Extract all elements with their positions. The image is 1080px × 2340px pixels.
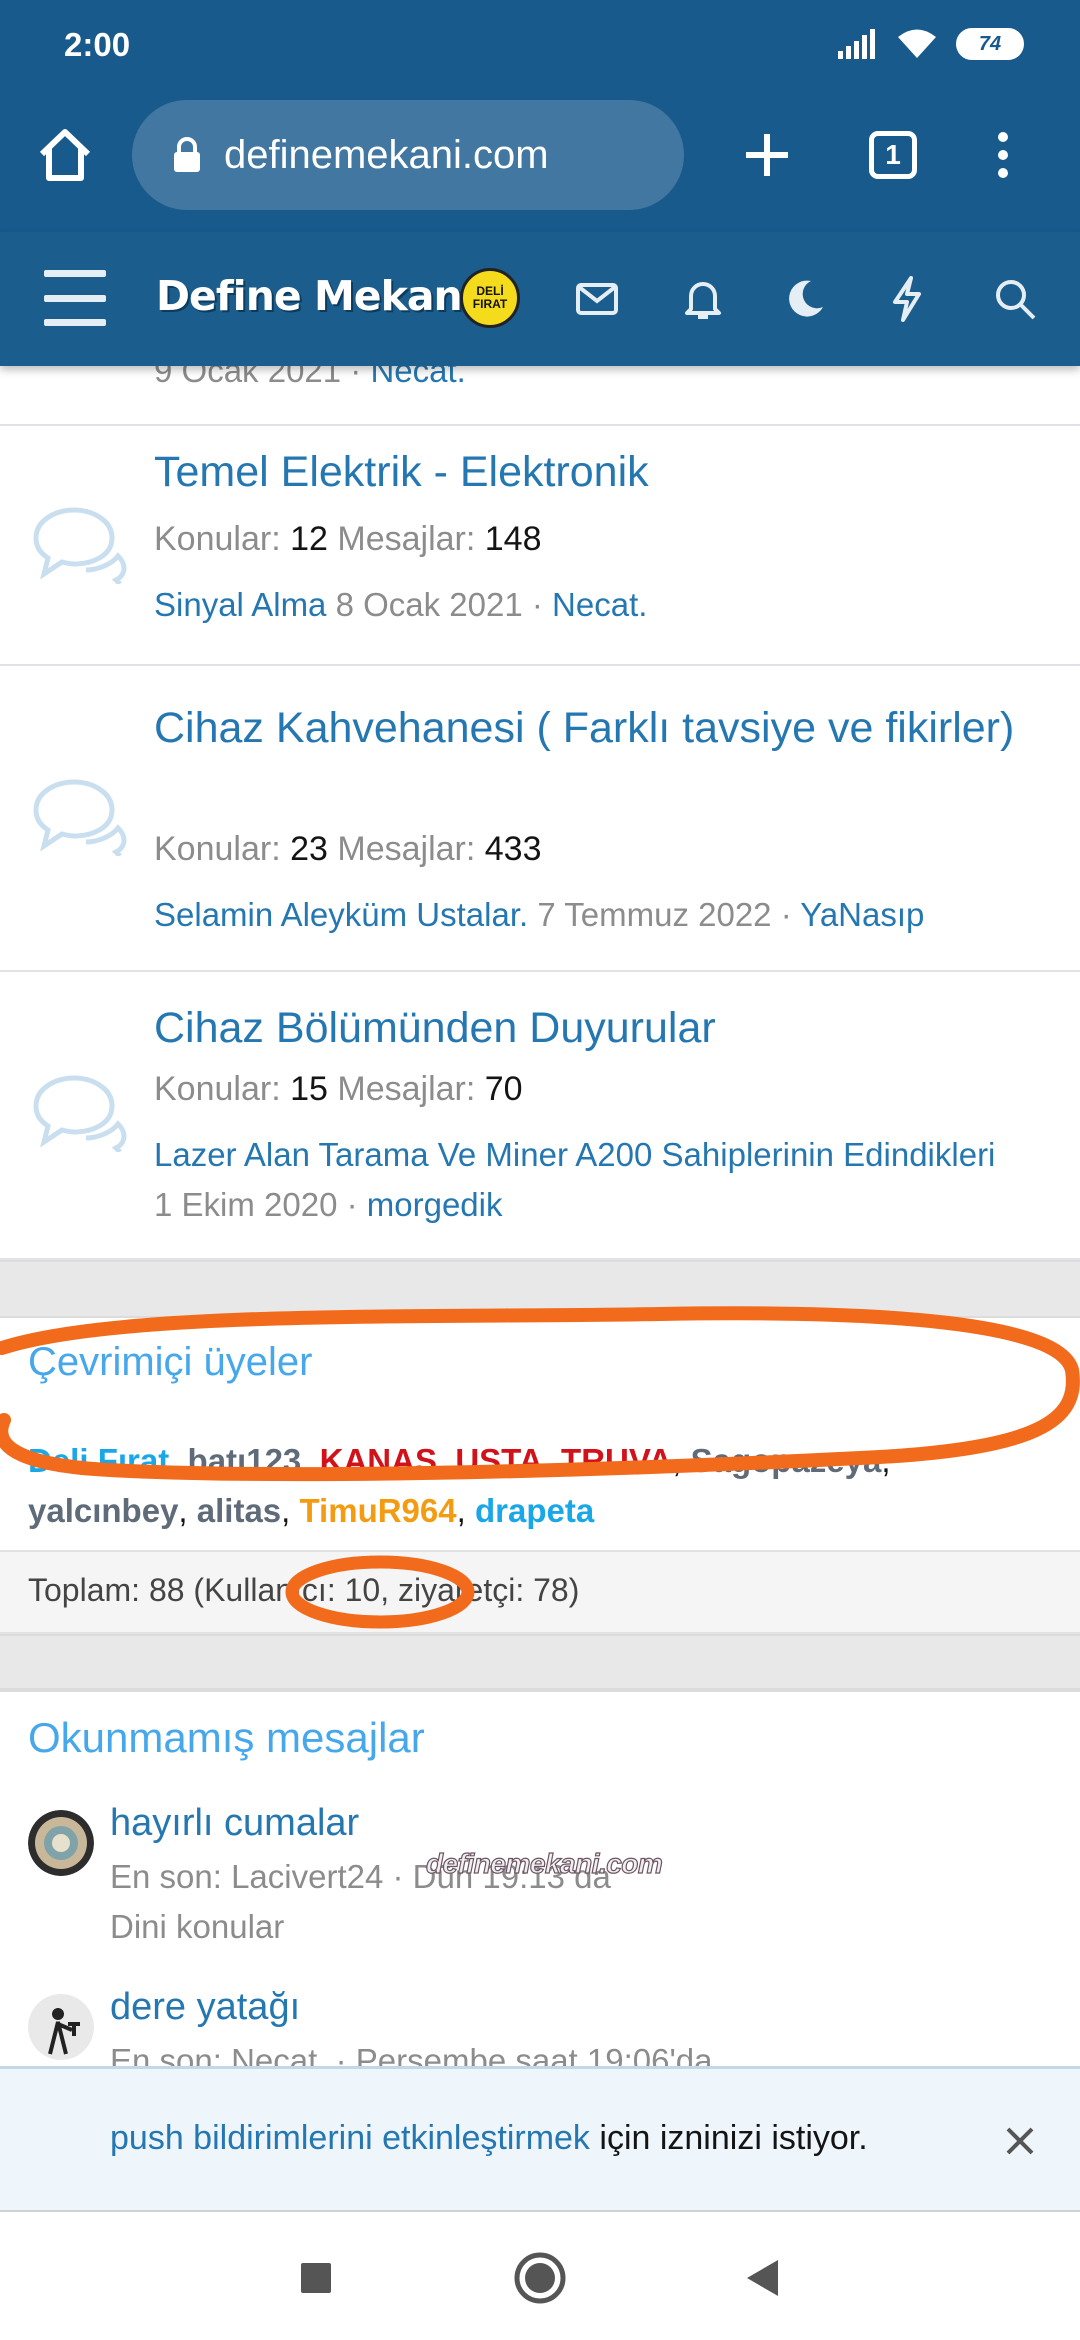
- battery-level: 74: [978, 32, 1002, 55]
- online-member-link[interactable]: Deli Fırat: [28, 1442, 169, 1479]
- address-bar[interactable]: definemekani.com: [132, 100, 684, 210]
- thread-title[interactable]: hayırlı cumalar: [110, 1802, 359, 1845]
- online-member-link[interactable]: batı123: [188, 1442, 302, 1479]
- url-text: definemekani.com: [224, 132, 549, 177]
- status-time: 2:00: [64, 26, 131, 63]
- forum-last-post-meta: 1 Ekim 2020 · morgedik: [154, 1186, 503, 1223]
- forum-chat-icon: [33, 1075, 127, 1152]
- unread-messages-block: Okunmamış mesajlar hayırlı cumalar En so…: [0, 1690, 1080, 2090]
- bell-icon[interactable]: [672, 268, 734, 330]
- last-thread-link[interactable]: Sinyal Alma: [154, 586, 326, 623]
- online-member-link[interactable]: TimuR964: [300, 1492, 457, 1529]
- search-icon[interactable]: [984, 268, 1046, 330]
- signal-icon: [838, 29, 875, 59]
- thread-forum[interactable]: Dini konular: [110, 1908, 284, 1946]
- forum-title[interactable]: Cihaz Kahvehanesi ( Farklı tavsiye ve fi…: [154, 696, 1034, 760]
- home-button[interactable]: [502, 2240, 578, 2316]
- member-separator: ,: [301, 1442, 320, 1479]
- avatar[interactable]: [28, 1810, 94, 1876]
- status-icons: 74: [838, 28, 1024, 60]
- online-member-link[interactable]: alitas: [197, 1492, 281, 1529]
- moon-icon[interactable]: [774, 268, 836, 330]
- watermark: definemekani.com: [425, 1847, 663, 1879]
- home-icon[interactable]: [22, 112, 108, 198]
- last-thread-link[interactable]: Lazer Alan Tarama Ve Miner A200 Sahipler…: [154, 1136, 995, 1173]
- member-separator: ,: [672, 1442, 691, 1479]
- member-separator: ,: [281, 1492, 300, 1529]
- tabs-icon[interactable]: 1: [850, 112, 936, 198]
- online-heading[interactable]: Çevrimiçi üyeler: [28, 1340, 313, 1385]
- section-divider: [0, 1634, 1080, 1690]
- last-user-link[interactable]: YaNasıp: [800, 896, 924, 933]
- site-header: Define Mekanı DELİ FIRAT: [0, 232, 1080, 366]
- more-icon[interactable]: [960, 112, 1046, 198]
- member-separator: ,: [178, 1492, 197, 1529]
- online-total: Toplam: 88 (Kullanıcı: 10, ziyaretçi: 78…: [0, 1550, 1080, 1634]
- system-nav-bar: [0, 2212, 1080, 2340]
- forum-last-post: Selamin Aleyküm Ustalar. 7 Temmuz 2022 ·…: [154, 896, 925, 933]
- forum-chat-icon: [33, 507, 127, 584]
- forum-node[interactable]: Temel Elektrik - Elektronik Konular: 12 …: [0, 426, 1080, 666]
- browser-toolbar: definemekani.com 1: [0, 92, 1080, 232]
- avatar[interactable]: [28, 1994, 94, 2060]
- last-user-link[interactable]: morgedik: [367, 1186, 503, 1223]
- member-separator: ,: [456, 1492, 475, 1529]
- online-member-link[interactable]: Sagopazeya: [691, 1442, 882, 1479]
- badge-line2: FIRAT: [472, 297, 508, 311]
- deli-firat-badge: DELİ FIRAT: [460, 268, 520, 328]
- thread-title[interactable]: dere yatağı: [110, 1986, 300, 2029]
- forum-stats: Konular: 15 Mesajlar: 70: [154, 1070, 523, 1108]
- forum-last-post: Lazer Alan Tarama Ve Miner A200 Sahipler…: [154, 1136, 1054, 1174]
- battery-icon: 74: [956, 28, 1024, 60]
- member-separator: ,: [881, 1442, 891, 1479]
- online-member-list: Deli Fırat, batı123, KANAS_USTA, TRUVA, …: [28, 1436, 1048, 1536]
- forum-chat-icon: [33, 779, 127, 856]
- forum-node[interactable]: Cihaz Kahvehanesi ( Farklı tavsiye ve fi…: [0, 666, 1080, 972]
- push-notification-banner: push bildirimlerini etkinleştirmek için …: [0, 2066, 1080, 2212]
- forum-title[interactable]: Temel Elektrik - Elektronik: [154, 440, 649, 504]
- forum-node[interactable]: Cihaz Bölümünden Duyurular Konular: 15 M…: [0, 972, 1080, 1260]
- last-user-link[interactable]: Necat.: [552, 586, 647, 623]
- push-text: push bildirimlerini etkinleştirmek için …: [110, 2119, 868, 2157]
- new-tab-icon[interactable]: [724, 112, 810, 198]
- section-divider: [0, 1260, 1080, 1318]
- online-members-block: Çevrimiçi üyeler Deli Fırat, batı123, KA…: [0, 1318, 1080, 1550]
- bolt-icon[interactable]: [876, 268, 938, 330]
- member-separator: ,: [542, 1442, 562, 1479]
- site-logo[interactable]: Define Mekanı: [156, 272, 476, 320]
- online-member-link[interactable]: KANAS_USTA: [320, 1442, 543, 1479]
- forum-title[interactable]: Cihaz Bölümünden Duyurular: [154, 996, 716, 1060]
- back-button[interactable]: [724, 2240, 800, 2316]
- wifi-icon: [898, 29, 936, 58]
- online-member-link[interactable]: TRUVA: [561, 1442, 672, 1479]
- unread-heading[interactable]: Okunmamış mesajlar: [28, 1714, 425, 1762]
- status-bar: 2:00 74: [0, 0, 1080, 92]
- member-separator: ,: [169, 1442, 188, 1479]
- close-icon[interactable]: [994, 2115, 1046, 2167]
- menu-icon[interactable]: [44, 270, 106, 326]
- tab-count: 1: [885, 139, 901, 170]
- lock-icon: [174, 137, 200, 172]
- mail-icon[interactable]: [566, 268, 628, 330]
- forum-stats: Konular: 23 Mesajlar: 433: [154, 830, 542, 868]
- badge-line1: DELİ: [476, 284, 504, 298]
- enable-push-link[interactable]: push bildirimlerini etkinleştirmek: [110, 2119, 590, 2157]
- recents-button[interactable]: [278, 2240, 354, 2316]
- online-member-link[interactable]: drapeta: [475, 1492, 594, 1529]
- last-thread-link[interactable]: Selamin Aleyküm Ustalar.: [154, 896, 528, 933]
- forum-last-post: Sinyal Alma 8 Ocak 2021 · Necat.: [154, 586, 648, 623]
- forum-stats: Konular: 12 Mesajlar: 148: [154, 520, 542, 558]
- online-member-link[interactable]: yalcınbey: [28, 1492, 178, 1529]
